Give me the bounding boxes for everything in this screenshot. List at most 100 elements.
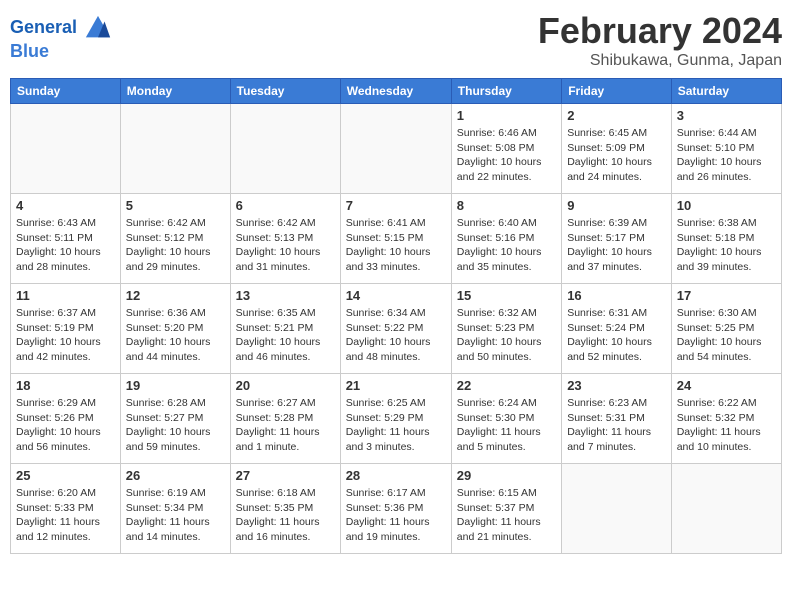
day-number: 2 — [567, 108, 666, 123]
day-number: 6 — [236, 198, 335, 213]
week-row-2: 11 Sunrise: 6:37 AMSunset: 5:19 PMDayligh… — [11, 284, 782, 374]
day-number: 19 — [126, 378, 225, 393]
calendar-cell: 7 Sunrise: 6:41 AMSunset: 5:15 PMDaylight… — [340, 194, 451, 284]
calendar-cell — [11, 104, 121, 194]
calendar-cell — [340, 104, 451, 194]
weekday-header-row: SundayMondayTuesdayWednesdayThursdayFrid… — [11, 79, 782, 104]
calendar-cell: 2 Sunrise: 6:45 AMSunset: 5:09 PMDaylight… — [562, 104, 672, 194]
day-number: 9 — [567, 198, 666, 213]
calendar-cell: 15 Sunrise: 6:32 AMSunset: 5:23 PMDayligh… — [451, 284, 561, 374]
calendar-cell: 13 Sunrise: 6:35 AMSunset: 5:21 PMDayligh… — [230, 284, 340, 374]
calendar-cell: 3 Sunrise: 6:44 AMSunset: 5:10 PMDaylight… — [671, 104, 781, 194]
logo-text: General — [10, 14, 112, 42]
day-info: Sunrise: 6:32 AMSunset: 5:23 PMDaylight:… — [457, 306, 556, 365]
calendar-cell: 11 Sunrise: 6:37 AMSunset: 5:19 PMDayligh… — [11, 284, 121, 374]
calendar-cell: 28 Sunrise: 6:17 AMSunset: 5:36 PMDayligh… — [340, 464, 451, 554]
day-number: 7 — [346, 198, 446, 213]
day-info: Sunrise: 6:17 AMSunset: 5:36 PMDaylight:… — [346, 486, 446, 545]
calendar-cell: 23 Sunrise: 6:23 AMSunset: 5:31 PMDayligh… — [562, 374, 672, 464]
day-number: 13 — [236, 288, 335, 303]
day-info: Sunrise: 6:42 AMSunset: 5:12 PMDaylight:… — [126, 216, 225, 275]
day-number: 16 — [567, 288, 666, 303]
day-info: Sunrise: 6:44 AMSunset: 5:10 PMDaylight:… — [677, 126, 776, 185]
page-header: General Blue February 2024 Shibukawa, Gu… — [10, 10, 782, 70]
day-number: 29 — [457, 468, 556, 483]
calendar-cell — [120, 104, 230, 194]
calendar-cell: 29 Sunrise: 6:15 AMSunset: 5:37 PMDayligh… — [451, 464, 561, 554]
logo-text2: Blue — [10, 42, 112, 62]
calendar-cell: 9 Sunrise: 6:39 AMSunset: 5:17 PMDaylight… — [562, 194, 672, 284]
day-info: Sunrise: 6:27 AMSunset: 5:28 PMDaylight:… — [236, 396, 335, 455]
day-number: 22 — [457, 378, 556, 393]
calendar-cell: 5 Sunrise: 6:42 AMSunset: 5:12 PMDaylight… — [120, 194, 230, 284]
day-info: Sunrise: 6:31 AMSunset: 5:24 PMDaylight:… — [567, 306, 666, 365]
day-number: 4 — [16, 198, 115, 213]
day-info: Sunrise: 6:39 AMSunset: 5:17 PMDaylight:… — [567, 216, 666, 275]
day-info: Sunrise: 6:22 AMSunset: 5:32 PMDaylight:… — [677, 396, 776, 455]
day-info: Sunrise: 6:30 AMSunset: 5:25 PMDaylight:… — [677, 306, 776, 365]
day-info: Sunrise: 6:46 AMSunset: 5:08 PMDaylight:… — [457, 126, 556, 185]
day-number: 21 — [346, 378, 446, 393]
calendar-cell: 8 Sunrise: 6:40 AMSunset: 5:16 PMDaylight… — [451, 194, 561, 284]
day-info: Sunrise: 6:24 AMSunset: 5:30 PMDaylight:… — [457, 396, 556, 455]
calendar-cell: 12Sunrise: 6:36 AMSunset: 5:20 PMDayligh… — [120, 284, 230, 374]
calendar-cell: 6 Sunrise: 6:42 AMSunset: 5:13 PMDaylight… — [230, 194, 340, 284]
day-number: 15 — [457, 288, 556, 303]
day-info: Sunrise: 6:45 AMSunset: 5:09 PMDaylight:… — [567, 126, 666, 185]
day-info: Sunrise: 6:38 AMSunset: 5:18 PMDaylight:… — [677, 216, 776, 275]
day-number: 20 — [236, 378, 335, 393]
weekday-header-sunday: Sunday — [11, 79, 121, 104]
calendar-cell: 1Sunrise: 6:46 AMSunset: 5:08 PMDaylight… — [451, 104, 561, 194]
calendar-cell: 17Sunrise: 6:30 AMSunset: 5:25 PMDayligh… — [671, 284, 781, 374]
day-info: Sunrise: 6:19 AMSunset: 5:34 PMDaylight:… — [126, 486, 225, 545]
day-info: Sunrise: 6:20 AMSunset: 5:33 PMDaylight:… — [16, 486, 115, 545]
day-number: 24 — [677, 378, 776, 393]
calendar-cell: 18Sunrise: 6:29 AMSunset: 5:26 PMDayligh… — [11, 374, 121, 464]
day-number: 25 — [16, 468, 115, 483]
calendar-cell: 26 Sunrise: 6:19 AMSunset: 5:34 PMDayligh… — [120, 464, 230, 554]
day-info: Sunrise: 6:42 AMSunset: 5:13 PMDaylight:… — [236, 216, 335, 275]
day-info: Sunrise: 6:28 AMSunset: 5:27 PMDaylight:… — [126, 396, 225, 455]
day-info: Sunrise: 6:37 AMSunset: 5:19 PMDaylight:… — [16, 306, 115, 365]
title-area: February 2024 Shibukawa, Gunma, Japan — [538, 10, 782, 70]
day-number: 14 — [346, 288, 446, 303]
weekday-header-monday: Monday — [120, 79, 230, 104]
day-info: Sunrise: 6:34 AMSunset: 5:22 PMDaylight:… — [346, 306, 446, 365]
day-number: 8 — [457, 198, 556, 213]
day-number: 26 — [126, 468, 225, 483]
location-title: Shibukawa, Gunma, Japan — [538, 52, 782, 70]
weekday-header-tuesday: Tuesday — [230, 79, 340, 104]
day-number: 11 — [16, 288, 115, 303]
day-number: 23 — [567, 378, 666, 393]
weekday-header-friday: Friday — [562, 79, 672, 104]
weekday-header-wednesday: Wednesday — [340, 79, 451, 104]
day-info: Sunrise: 6:43 AMSunset: 5:11 PMDaylight:… — [16, 216, 115, 275]
calendar-cell: 10 Sunrise: 6:38 AMSunset: 5:18 PMDayligh… — [671, 194, 781, 284]
day-info: Sunrise: 6:25 AMSunset: 5:29 PMDaylight:… — [346, 396, 446, 455]
day-number: 12 — [126, 288, 225, 303]
day-info: Sunrise: 6:35 AMSunset: 5:21 PMDaylight:… — [236, 306, 335, 365]
calendar-cell: 25 Sunrise: 6:20 AMSunset: 5:33 PMDayligh… — [11, 464, 121, 554]
day-info: Sunrise: 6:15 AMSunset: 5:37 PMDaylight:… — [457, 486, 556, 545]
calendar-table: SundayMondayTuesdayWednesdayThursdayFrid… — [10, 78, 782, 554]
calendar-cell: 19 Sunrise: 6:28 AMSunset: 5:27 PMDayligh… — [120, 374, 230, 464]
day-number: 10 — [677, 198, 776, 213]
day-info: Sunrise: 6:41 AMSunset: 5:15 PMDaylight:… — [346, 216, 446, 275]
day-info: Sunrise: 6:40 AMSunset: 5:16 PMDaylight:… — [457, 216, 556, 275]
calendar-cell: 27Sunrise: 6:18 AMSunset: 5:35 PMDayligh… — [230, 464, 340, 554]
calendar-cell — [671, 464, 781, 554]
calendar-cell — [562, 464, 672, 554]
day-number: 3 — [677, 108, 776, 123]
day-number: 28 — [346, 468, 446, 483]
day-number: 5 — [126, 198, 225, 213]
calendar-cell: 21 Sunrise: 6:25 AMSunset: 5:29 PMDayligh… — [340, 374, 451, 464]
weekday-header-thursday: Thursday — [451, 79, 561, 104]
day-info: Sunrise: 6:23 AMSunset: 5:31 PMDaylight:… — [567, 396, 666, 455]
calendar-cell — [230, 104, 340, 194]
logo: General Blue — [10, 14, 112, 62]
day-number: 27 — [236, 468, 335, 483]
calendar-cell: 22 Sunrise: 6:24 AMSunset: 5:30 PMDayligh… — [451, 374, 561, 464]
calendar-cell: 20 Sunrise: 6:27 AMSunset: 5:28 PMDayligh… — [230, 374, 340, 464]
weekday-header-saturday: Saturday — [671, 79, 781, 104]
calendar-cell: 14 Sunrise: 6:34 AMSunset: 5:22 PMDayligh… — [340, 284, 451, 374]
